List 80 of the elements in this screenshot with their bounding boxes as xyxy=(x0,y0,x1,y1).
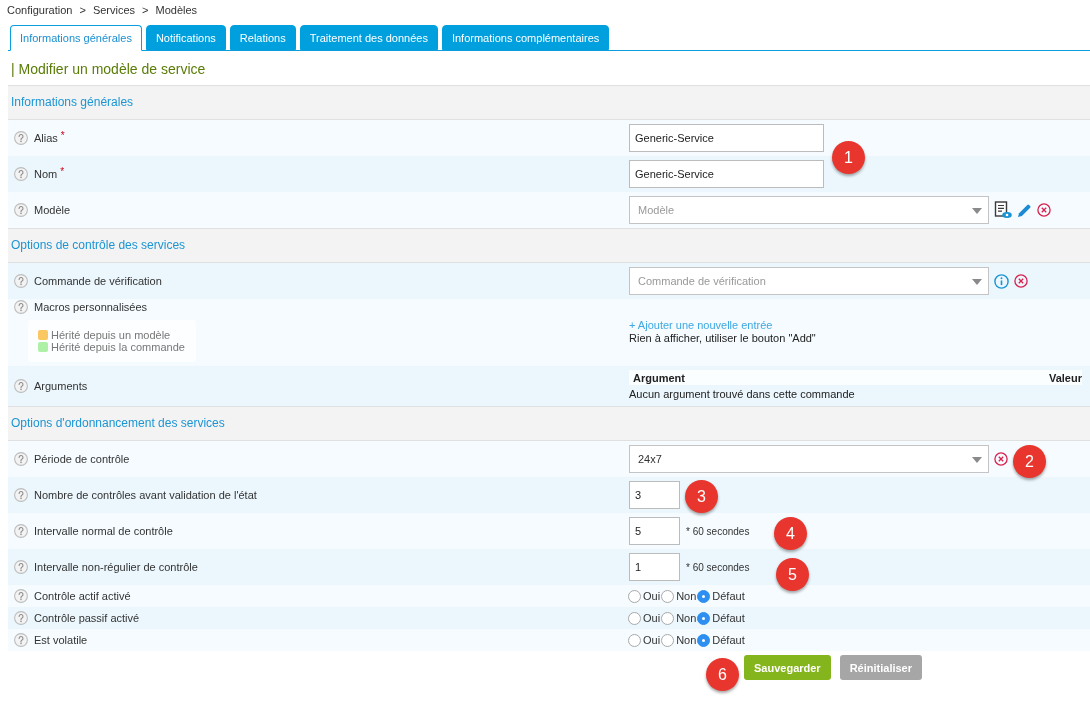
empty-message: Rien à afficher, utiliser le bouton "Add" xyxy=(629,331,816,345)
help-icon[interactable] xyxy=(14,633,28,647)
radio-label[interactable]: Non xyxy=(676,590,697,602)
help-icon[interactable] xyxy=(14,167,28,181)
radio-button[interactable] xyxy=(697,589,711,603)
number-field[interactable]: 1 xyxy=(629,553,680,581)
text-field[interactable]: Generic-Service xyxy=(629,160,824,188)
field-label: Période de contrôle xyxy=(34,453,130,465)
help-icon[interactable] xyxy=(14,452,28,466)
field-label: Nom xyxy=(34,168,58,180)
radio-button[interactable] xyxy=(697,611,711,625)
help-icon[interactable] xyxy=(14,300,28,314)
field-label: Modèle xyxy=(34,204,71,216)
number-callout: 6 xyxy=(706,658,739,691)
radio-label[interactable]: Oui xyxy=(643,612,661,624)
column-header: Argument xyxy=(633,371,685,384)
radio-label[interactable]: Non xyxy=(676,612,697,624)
breadcrumb-separator: > xyxy=(142,4,149,16)
help-icon[interactable] xyxy=(14,488,28,502)
radio-button[interactable] xyxy=(628,611,641,625)
required-mark: * xyxy=(60,166,65,177)
help-icon[interactable] xyxy=(14,524,28,538)
radio-label[interactable]: Oui xyxy=(643,590,661,602)
required-mark: * xyxy=(60,130,65,141)
section-header: Informations générales xyxy=(8,85,1090,120)
clear-icon[interactable] xyxy=(1014,274,1028,288)
section-header: Options d'ordonnancement des services xyxy=(8,406,1090,441)
breadcrumb-link[interactable]: Services xyxy=(92,4,136,16)
field-label: Est volatile xyxy=(34,634,88,646)
legend-label: Hérité depuis un modèle xyxy=(51,329,171,341)
help-icon[interactable] xyxy=(14,589,28,603)
page-title: | Modifier un modèle de service xyxy=(10,60,207,79)
breadcrumb-separator: > xyxy=(79,4,86,16)
help-icon[interactable] xyxy=(14,274,28,288)
field-label: Alias xyxy=(34,132,58,144)
field-label: Contrôle actif activé xyxy=(34,590,131,602)
caret-icon xyxy=(972,457,982,463)
info-icon[interactable] xyxy=(994,273,1009,289)
field-label: Intervalle normal de contrôle xyxy=(34,525,173,537)
radio-label[interactable]: Oui xyxy=(643,634,661,646)
tab[interactable]: Informations générales xyxy=(10,25,142,51)
field-label: Macros personnalisées xyxy=(34,301,148,313)
field-label: Commande de vérification xyxy=(34,275,162,287)
caret-icon xyxy=(972,208,982,214)
unit-label: * 60 secondes xyxy=(686,525,750,537)
help-icon[interactable] xyxy=(14,131,28,145)
column-header: Valeur xyxy=(1048,371,1082,384)
help-icon[interactable] xyxy=(14,379,28,393)
radio-button[interactable] xyxy=(661,633,675,647)
radio-label[interactable]: Défaut xyxy=(712,634,745,646)
field-label: Nombre de contrôles avant validation de l'état xyxy=(34,489,257,501)
radio-label[interactable]: Défaut xyxy=(712,612,745,624)
caret-icon xyxy=(972,279,982,285)
help-icon[interactable] xyxy=(14,611,28,625)
help-icon[interactable] xyxy=(14,560,28,574)
unit-label: * 60 secondes xyxy=(686,561,750,573)
radio-button[interactable] xyxy=(661,611,675,625)
empty-message: Aucun argument trouvé dans cette commande xyxy=(629,388,856,401)
clear-icon[interactable] xyxy=(1037,203,1051,217)
help-icon[interactable] xyxy=(14,203,28,217)
radio-button[interactable] xyxy=(628,589,641,603)
breadcrumb-link[interactable]: Modèles xyxy=(155,4,198,16)
breadcrumb-link[interactable]: Configuration xyxy=(7,4,73,16)
radio-button[interactable] xyxy=(661,589,675,603)
pencil-icon[interactable] xyxy=(1017,202,1032,218)
number-field[interactable]: 5 xyxy=(629,517,680,545)
section-header: Options de contrôle des services xyxy=(8,228,1090,263)
radio-label[interactable]: Défaut xyxy=(712,590,745,602)
text-field[interactable]: Generic-Service xyxy=(629,124,824,152)
field-label: Arguments xyxy=(34,380,88,392)
radio-button[interactable] xyxy=(628,633,641,647)
number-field[interactable]: 3 xyxy=(629,481,680,509)
field-label: Contrôle passif activé xyxy=(34,612,140,624)
select-field[interactable]: 24x7 xyxy=(629,445,989,473)
field-label: Intervalle non-régulier de contrôle xyxy=(34,561,198,573)
radio-label[interactable]: Non xyxy=(676,634,697,646)
clear-icon[interactable] xyxy=(994,452,1008,466)
legend-label: Hérité depuis la commande xyxy=(51,341,185,353)
document-view-icon[interactable] xyxy=(994,201,1012,219)
radio-button[interactable] xyxy=(697,633,711,647)
